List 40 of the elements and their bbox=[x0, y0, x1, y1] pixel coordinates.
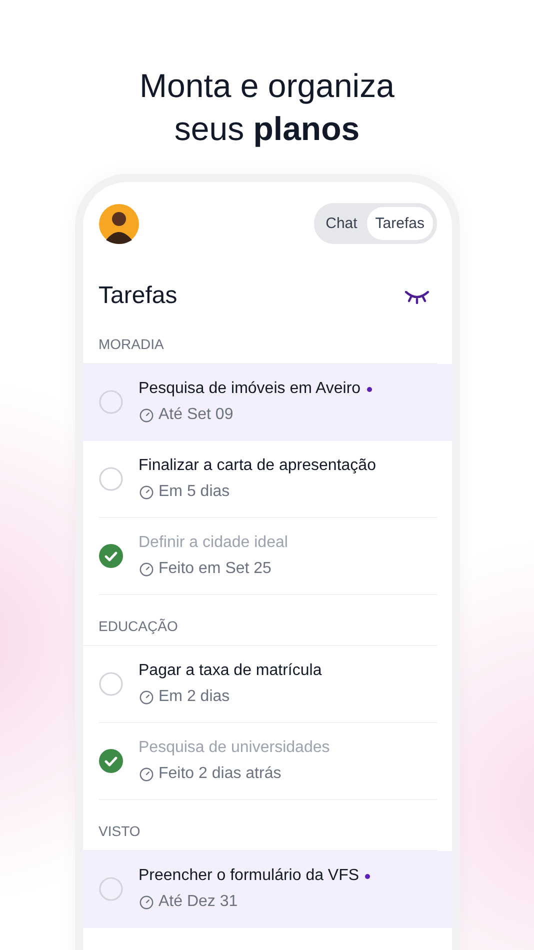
checkbox[interactable] bbox=[98, 467, 122, 491]
due-date: Até Set 09 bbox=[158, 405, 234, 425]
clock-icon bbox=[138, 766, 154, 782]
task-row[interactable]: Finalizar a carta de apresentação Em 5 dias bbox=[82, 441, 452, 518]
checkbox[interactable] bbox=[98, 390, 122, 414]
section-label: EDUCAÇÃO bbox=[98, 617, 178, 636]
task-title: Definir a cidade ideal bbox=[138, 533, 288, 553]
checkbox[interactable] bbox=[98, 749, 122, 773]
section-label: VISTO bbox=[98, 822, 140, 841]
task-title: Preencher o formulário da VFS bbox=[138, 866, 360, 886]
avatar[interactable] bbox=[98, 204, 138, 244]
due-date: Feito em Set 25 bbox=[158, 559, 272, 579]
clock-icon bbox=[138, 894, 154, 910]
page-title: Tarefas bbox=[98, 282, 178, 310]
due-date: Em 5 dias bbox=[158, 482, 230, 502]
due-date: Feito 2 dias atrás bbox=[158, 764, 282, 784]
clock-icon bbox=[138, 484, 154, 500]
task-title: Pagar a taxa de matrícula bbox=[138, 661, 322, 681]
task-row[interactable]: Pesquisa de universidades Feito 2 dias atrás bbox=[82, 723, 452, 800]
task-row[interactable]: Preencher o formulário da VFS Até Dez 31 bbox=[82, 851, 452, 928]
eye-closed-icon[interactable] bbox=[404, 288, 430, 304]
due-date: Em 2 dias bbox=[158, 687, 230, 707]
headline: Monta e organiza bbox=[138, 66, 396, 106]
clock-icon bbox=[138, 408, 154, 422]
task-title: Pesquisa de imóveis em Aveiro bbox=[138, 379, 361, 399]
task-title: Finalizar a carta de apresentação bbox=[138, 456, 376, 476]
headline: seus planos bbox=[173, 109, 361, 149]
task-title: Pesquisa de universidades bbox=[138, 738, 330, 758]
task-row[interactable]: Pagar a taxa de matrícula Em 2 dias bbox=[82, 646, 452, 723]
section-label: MORADIA bbox=[98, 335, 164, 354]
clock-icon bbox=[138, 690, 154, 704]
checkbox[interactable] bbox=[98, 544, 122, 568]
tab[interactable]: Chat bbox=[318, 207, 366, 240]
checkbox[interactable] bbox=[98, 672, 122, 696]
task-row[interactable]: Definir a cidade ideal Feito em Set 25 bbox=[82, 518, 452, 595]
due-date: Até Dez 31 bbox=[158, 892, 238, 912]
clock-icon bbox=[138, 562, 154, 576]
tab[interactable]: Tarefas bbox=[367, 207, 432, 240]
checkbox[interactable] bbox=[98, 877, 122, 901]
task-row[interactable]: Pesquisa de imóveis em Aveiro Até Set 09 bbox=[82, 364, 452, 441]
